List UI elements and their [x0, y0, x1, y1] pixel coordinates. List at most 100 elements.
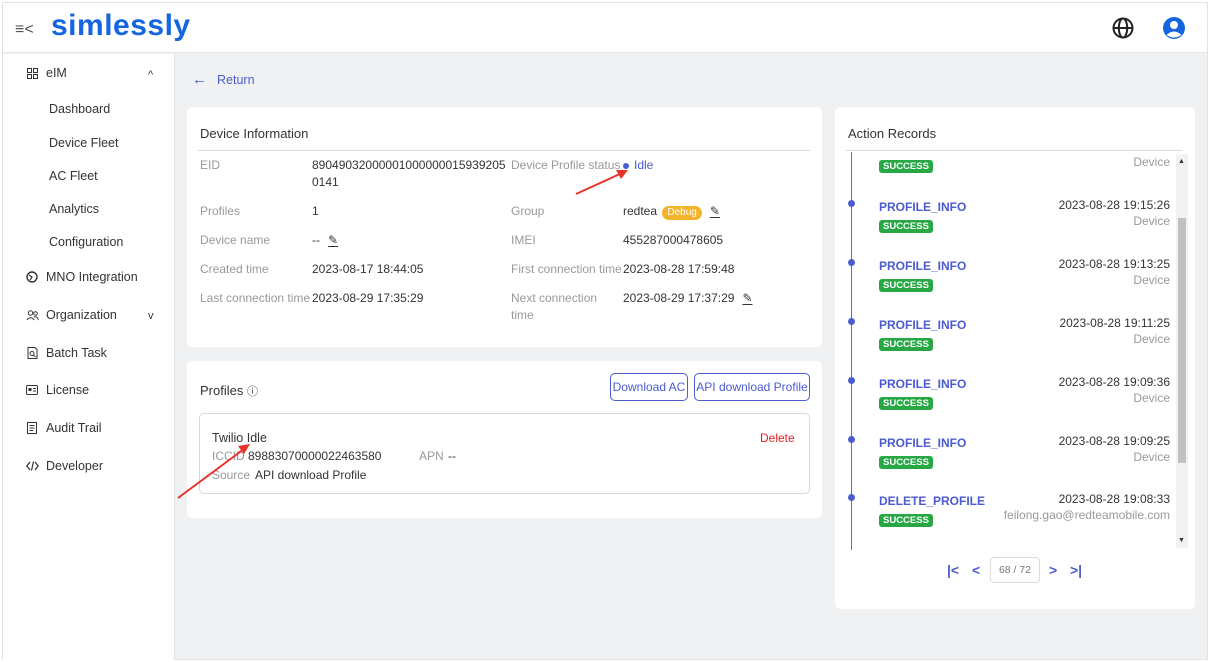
info-icon[interactable]: ⓘ: [247, 386, 258, 398]
delete-profile-button[interactable]: Delete: [760, 431, 795, 445]
record-actor: Device: [1133, 332, 1170, 346]
sidebar: eIM ^ Dashboard Device Fleet AC Fleet An…: [3, 54, 175, 660]
success-badge: SUCCESS: [879, 514, 933, 527]
sidebar-item-organization[interactable]: Organization: [25, 308, 117, 322]
device-profile-status-label: Device Profile status: [511, 158, 621, 172]
scroll-down-icon[interactable]: ▼: [1178, 537, 1185, 544]
sidebar-item-license[interactable]: License: [25, 383, 89, 397]
first-connection-value: 2023-08-28 17:59:48: [623, 262, 735, 276]
record-name[interactable]: DELETE_PROFILE: [879, 494, 985, 508]
profiles-count-value: 1: [312, 204, 319, 218]
device-information-title: Device Information: [200, 126, 309, 141]
record-name[interactable]: PROFILE_INFO: [879, 436, 966, 450]
prev-page-button[interactable]: <: [972, 562, 980, 578]
source-label: Source: [212, 468, 251, 482]
last-connection-label: Last connection time: [200, 291, 311, 305]
sidebar-item-dashboard[interactable]: Dashboard: [49, 102, 110, 116]
record-name[interactable]: PROFILE_INFO: [879, 259, 966, 273]
success-badge: SUCCESS: [879, 456, 933, 469]
globe-icon[interactable]: [1111, 16, 1135, 40]
device-name-value: -- ✎: [312, 232, 339, 248]
record-name[interactable]: PROFILE_INFO: [879, 200, 966, 214]
success-badge: SUCCESS: [879, 279, 933, 292]
success-badge: SUCCESS: [879, 397, 933, 410]
list-item: PROFILE_INFO 2023-08-28 19:09:25 Device …: [836, 434, 1176, 494]
success-badge: SUCCESS: [879, 338, 933, 351]
sidebar-item-analytics[interactable]: Analytics: [49, 202, 99, 216]
profiles-title: Profiles ⓘ: [200, 383, 258, 398]
last-connection-value: 2023-08-29 17:35:29: [312, 291, 424, 305]
next-connection-label-2: time: [511, 308, 534, 322]
device-name-label: Device name: [200, 233, 271, 247]
sidebar-item-label: Developer: [46, 459, 103, 473]
action-records-list[interactable]: SUCCESS Device PROFILE_INFO 2023-08-28 1…: [836, 152, 1176, 550]
page-indicator[interactable]: 68 / 72: [990, 557, 1040, 583]
top-bar: ≡< simlessly: [3, 3, 1207, 53]
return-label: Return: [217, 72, 255, 87]
sidebar-item-developer[interactable]: Developer: [25, 459, 103, 473]
first-connection-label: First connection time: [511, 262, 622, 276]
created-time-value: 2023-08-17 18:44:05: [312, 262, 424, 276]
record-time: 2023-08-28 19:11:25: [1059, 316, 1170, 330]
timeline-dot: [848, 436, 855, 443]
status-dot: [623, 162, 629, 169]
edit-next-connection-icon[interactable]: ✎: [742, 290, 752, 306]
last-page-button[interactable]: >|: [1070, 562, 1082, 578]
imei-value: 455287000478605: [623, 233, 724, 247]
profile-status: Idle: [246, 431, 267, 445]
record-time: 2023-08-28 19:09:25: [1058, 434, 1170, 448]
record-time: 2023-08-28 19:15:26: [1058, 198, 1170, 212]
timeline-dot: [848, 494, 855, 501]
edit-device-name-icon[interactable]: ✎: [328, 232, 338, 248]
success-badge: SUCCESS: [879, 160, 933, 173]
first-page-button[interactable]: |<: [947, 562, 959, 578]
grid-icon: [25, 67, 39, 79]
list-item: PROFILE_INFO 2023-08-28 19:11:25 Device …: [836, 316, 1176, 376]
scroll-up-icon[interactable]: ▲: [1178, 158, 1185, 165]
device-information-card: [187, 107, 822, 347]
eid-value-line1: 89049032000001000000015939205: [312, 158, 506, 172]
iccid-label: ICCID: [212, 449, 245, 463]
records-scrollbar[interactable]: ▲ ▼: [1176, 154, 1188, 548]
profiles-count-label: Profiles: [200, 204, 241, 218]
record-name[interactable]: PROFILE_INFO: [879, 318, 966, 332]
apn-label: APN: [419, 449, 444, 463]
scrollbar-thumb[interactable]: [1178, 218, 1186, 463]
sidebar-item-label: MNO Integration: [46, 270, 138, 284]
sidebar-item-configuration[interactable]: Configuration: [49, 235, 123, 249]
device-profile-status-value: Idle: [623, 157, 653, 173]
chevron-up-icon[interactable]: ^: [148, 69, 153, 81]
sidebar-item-eim[interactable]: eIM: [25, 66, 67, 80]
record-actor: Device: [1133, 155, 1170, 169]
app-logo[interactable]: simlessly: [51, 9, 191, 43]
record-time: 2023-08-28 19:13:25: [1058, 257, 1170, 271]
next-page-button[interactable]: >: [1049, 562, 1057, 578]
edit-group-icon[interactable]: ✎: [710, 203, 720, 219]
sidebar-item-device-fleet[interactable]: Device Fleet: [49, 136, 118, 150]
record-name[interactable]: PROFILE_INFO: [879, 377, 966, 391]
timeline-dot: [848, 259, 855, 266]
user-avatar-icon[interactable]: [1162, 16, 1186, 40]
iccid-value: 89883070000022463580: [248, 449, 382, 463]
imei-label: IMEI: [511, 233, 536, 247]
document-icon: [25, 422, 39, 434]
created-time-label: Created time: [200, 262, 269, 276]
sidebar-item-label: Organization: [46, 308, 117, 322]
timeline-dot: [848, 377, 855, 384]
api-download-profile-button[interactable]: API download Profile: [694, 373, 810, 401]
list-item: PROFILE_INFO 2023-08-28 19:15:26 Device …: [836, 198, 1176, 258]
download-ac-button[interactable]: Download AC: [610, 373, 688, 401]
sidebar-item-batch-task[interactable]: Batch Task: [25, 346, 107, 360]
sidebar-item-mno-integration[interactable]: MNO Integration: [25, 270, 138, 284]
record-time: 2023-08-28 19:08:33: [1058, 492, 1170, 506]
sidebar-item-label: License: [46, 383, 90, 397]
menu-collapse-icon[interactable]: ≡<: [15, 21, 34, 39]
record-actor: Device: [1133, 273, 1170, 287]
code-icon: [25, 461, 39, 471]
source-value: API download Profile: [255, 468, 367, 482]
action-records-title: Action Records: [848, 126, 937, 141]
sidebar-item-ac-fleet[interactable]: AC Fleet: [49, 169, 98, 183]
return-link[interactable]: ← Return: [192, 71, 255, 88]
sidebar-item-audit-trail[interactable]: Audit Trail: [25, 421, 102, 435]
chevron-down-icon[interactable]: v: [148, 310, 154, 322]
